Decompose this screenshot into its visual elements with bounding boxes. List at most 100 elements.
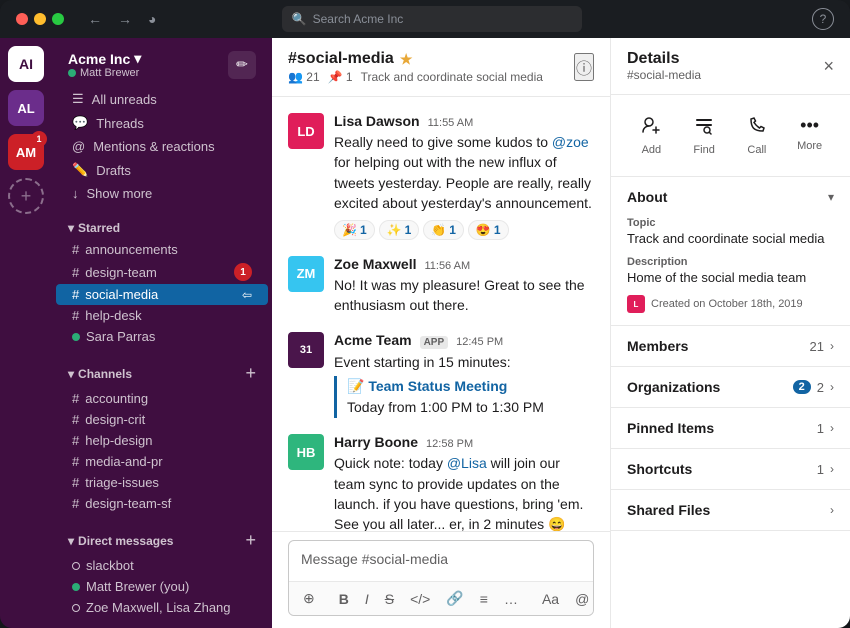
maximize-window-button[interactable]: [52, 13, 64, 25]
minimize-window-button[interactable]: [34, 13, 46, 25]
text-size-button[interactable]: Aa: [538, 589, 563, 609]
dm-item-zoe-lisa[interactable]: Zoe Maxwell, Lisa Zhang: [56, 597, 268, 618]
global-search-bar[interactable]: 🔍 Search Acme Inc: [282, 6, 582, 32]
nav-mentions-reactions[interactable]: @ Mentions & reactions: [56, 135, 268, 158]
call-icon: [747, 115, 767, 140]
close-window-button[interactable]: [16, 13, 28, 25]
message-input[interactable]: Message #social-media: [289, 541, 593, 581]
attach-button[interactable]: ⊕: [299, 588, 319, 609]
channel-item-help-design[interactable]: # help-design: [56, 430, 268, 451]
history-button[interactable]: ◕: [144, 9, 160, 29]
composer-box: Message #social-media ⊕ B I S </> 🔗 ≡ … …: [288, 540, 594, 616]
chevron-right-icon: ›: [830, 380, 834, 394]
channel-item-design-team[interactable]: # design-team 1: [56, 260, 268, 284]
more-formatting-button[interactable]: …: [500, 589, 522, 609]
channel-item-help-desk[interactable]: # help-desk: [56, 305, 268, 326]
code-button[interactable]: </>: [406, 589, 434, 609]
hash-icon: #: [72, 287, 79, 302]
dm-section-label[interactable]: ▾ Direct messages: [68, 534, 173, 548]
dm-item-slackbot[interactable]: slackbot: [56, 555, 268, 576]
nav-drafts[interactable]: ✏️ Drafts: [56, 158, 268, 182]
more-actions-button[interactable]: ••• More: [785, 107, 834, 164]
chat-header: #social-media ★ 👥 21 📌 1 Track and coord…: [272, 38, 610, 97]
meeting-link[interactable]: 📝 Team Status Meeting: [347, 376, 594, 397]
topic-label: Topic: [627, 217, 834, 229]
members-row[interactable]: Members 21 ›: [611, 326, 850, 367]
msg-author-harry: Harry Boone: [334, 434, 418, 450]
description-label: Description: [627, 256, 834, 268]
reaction-party[interactable]: 🎉 1: [334, 220, 375, 240]
reaction-sparkle[interactable]: ✨ 1: [379, 220, 420, 240]
channel-info-button[interactable]: ⓘ: [574, 53, 594, 81]
shortcuts-row[interactable]: Shortcuts 1 ›: [611, 449, 850, 490]
reaction-heart[interactable]: 😍 1: [468, 220, 509, 240]
hash-icon: #: [72, 496, 79, 511]
nav-show-more[interactable]: ↓ Show more: [56, 182, 268, 205]
add-person-icon: [641, 115, 661, 140]
navigation-arrows: ← → ◕: [84, 9, 160, 29]
add-dm-button[interactable]: +: [245, 530, 256, 551]
add-channel-button[interactable]: +: [245, 363, 256, 384]
channels-section-label[interactable]: ▾ Channels: [68, 367, 132, 381]
channel-item-design-team-sf[interactable]: # design-team-sf: [56, 493, 268, 514]
details-header: Details #social-media ×: [611, 38, 850, 95]
add-label: Add: [642, 144, 662, 156]
nav-threads[interactable]: 💬 Threads: [56, 111, 268, 135]
workspace-name[interactable]: Acme Inc ▾: [68, 50, 141, 67]
dm-item-matt[interactable]: Matt Brewer (you): [56, 576, 268, 597]
organizations-row[interactable]: Organizations 2 2 ›: [611, 367, 850, 408]
organizations-count: 2 2 ›: [793, 380, 834, 395]
about-section-header[interactable]: About ▾: [611, 177, 850, 217]
online-dot: [72, 583, 80, 591]
call-button[interactable]: Call: [733, 107, 782, 164]
channel-item-triage-issues[interactable]: # triage-issues: [56, 472, 268, 493]
channel-item-design-crit[interactable]: # design-crit: [56, 409, 268, 430]
bookmark-icon: ⇦: [242, 288, 252, 302]
chevron-right-icon: ›: [830, 339, 834, 353]
help-button[interactable]: ?: [812, 8, 834, 30]
shortcuts-count: 1 ›: [817, 462, 834, 477]
app-container: ← → ◕ 🔍 Search Acme Inc ? AI AL AM 1 +: [0, 0, 850, 628]
channel-description: Track and coordinate social media: [361, 70, 543, 84]
channel-item-accounting[interactable]: # accounting: [56, 388, 268, 409]
link-button[interactable]: 🔗: [442, 588, 467, 609]
about-content: Topic Track and coordinate social media …: [611, 217, 850, 325]
channel-item-media-and-pr[interactable]: # media-and-pr: [56, 451, 268, 472]
back-button[interactable]: ←: [84, 9, 106, 29]
forward-button[interactable]: →: [114, 9, 136, 29]
reaction-clap[interactable]: 👏 1: [423, 220, 464, 240]
shared-files-row[interactable]: Shared Files ›: [611, 490, 850, 531]
nav-all-unreads[interactable]: ☰ All unreads: [56, 87, 268, 111]
compose-button[interactable]: ✏: [228, 51, 256, 79]
channels-section-header: ▾ Channels +: [52, 347, 272, 388]
workspace-avatar-am[interactable]: AM 1: [8, 134, 44, 170]
shared-files-label: Shared Files: [627, 502, 710, 518]
starred-section-label[interactable]: ▾ Starred: [68, 221, 120, 235]
strikethrough-button[interactable]: S: [381, 589, 398, 609]
title-bar: ← → ◕ 🔍 Search Acme Inc ?: [0, 0, 850, 38]
all-unreads-icon: ☰: [72, 91, 84, 107]
channel-item-social-media[interactable]: # social-media ⇦: [56, 284, 268, 305]
msg-text-harry: Quick note: today @Lisa will join our te…: [334, 453, 594, 531]
star-icon: ★: [400, 51, 413, 68]
close-details-button[interactable]: ×: [823, 56, 834, 77]
description-value: Home of the social media team: [627, 270, 834, 285]
list-button[interactable]: ≡: [476, 589, 492, 609]
find-button[interactable]: Find: [680, 107, 729, 164]
mention-button[interactable]: @: [571, 589, 593, 609]
messages-area[interactable]: LD Lisa Dawson 11:55 AM Really need to g…: [272, 97, 610, 531]
add-workspace-button[interactable]: +: [8, 178, 44, 214]
workspace-logo[interactable]: AI: [8, 46, 44, 82]
about-section: About ▾ Topic Track and coordinate socia…: [611, 177, 850, 326]
italic-button[interactable]: I: [361, 589, 373, 609]
avatar-harry: HB: [288, 434, 324, 470]
notification-badge: 1: [31, 131, 47, 147]
starred-section-header: ▾ Starred: [52, 205, 272, 239]
channel-item-sara-parras[interactable]: Sara Parras: [56, 326, 268, 347]
topic-field: Topic Track and coordinate social media: [627, 217, 834, 246]
workspace-avatar-al[interactable]: AL: [8, 90, 44, 126]
channel-item-announcements[interactable]: # announcements: [56, 239, 268, 260]
pinned-items-row[interactable]: Pinned Items 1 ›: [611, 408, 850, 449]
add-members-button[interactable]: Add: [627, 107, 676, 164]
bold-button[interactable]: B: [335, 589, 353, 609]
